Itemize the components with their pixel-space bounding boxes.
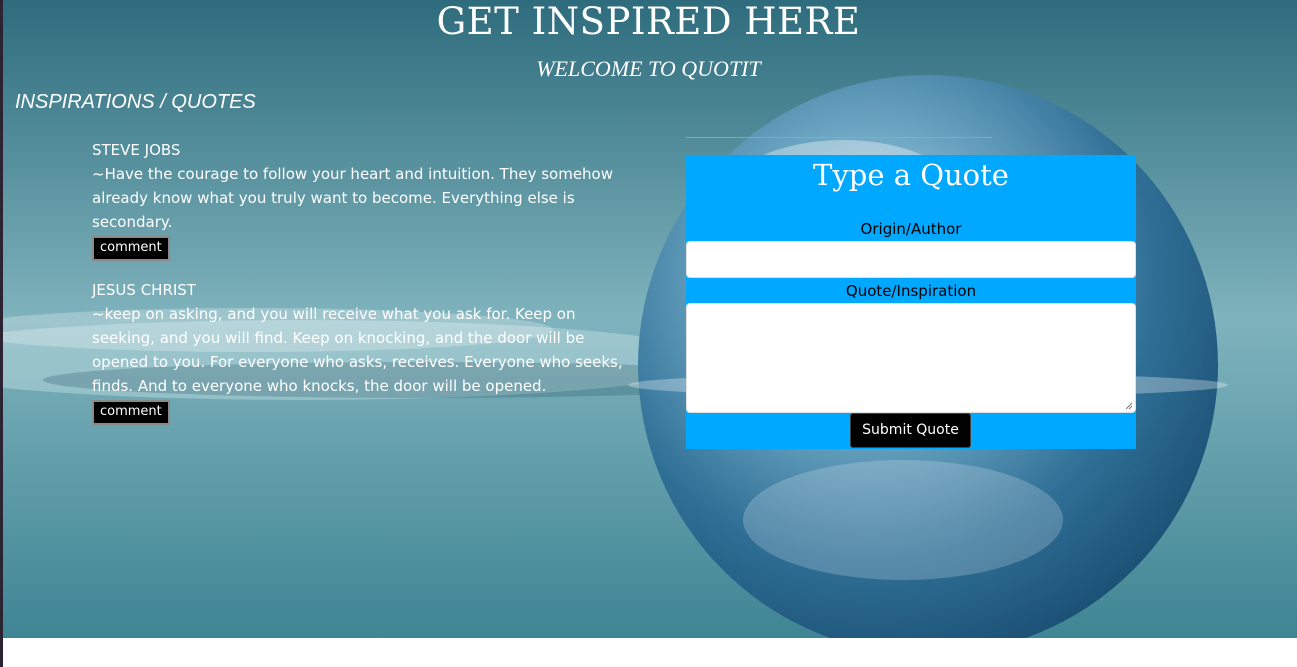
form-title: Type a Quote — [813, 158, 1009, 192]
author-input[interactable] — [686, 241, 1136, 278]
comment-button[interactable]: comment — [92, 236, 170, 261]
quote-item: STEVE JOBS ~Have the courage to follow y… — [92, 138, 642, 261]
quote-text: ~keep on asking, and you will receive wh… — [92, 305, 623, 395]
quote-form: Type a Quote Origin/Author Quote/Inspira… — [686, 155, 1136, 449]
quote-textarea[interactable] — [686, 303, 1136, 413]
submit-quote-button[interactable]: Submit Quote — [850, 413, 971, 448]
quote-author: STEVE JOBS — [92, 141, 181, 159]
quote-text: ~Have the courage to follow your heart a… — [92, 165, 613, 231]
page: GET INSPIRED HERE WELCOME TO QUOTIT INSP… — [0, 0, 1297, 667]
divider — [686, 137, 992, 138]
comment-button[interactable]: comment — [92, 400, 170, 425]
quote-item: JESUS CHRIST ~keep on asking, and you wi… — [92, 278, 642, 425]
page-subtitle: WELCOME TO QUOTIT — [536, 56, 761, 81]
author-label: Origin/Author — [860, 220, 962, 238]
page-title: GET INSPIRED HERE — [436, 0, 861, 43]
quote-author: JESUS CHRIST — [92, 281, 196, 299]
quotes-heading: INSPIRATIONS / QUOTES — [15, 91, 256, 113]
quotes-list: STEVE JOBS ~Have the courage to follow y… — [92, 138, 642, 442]
resize-handle-icon[interactable] — [1125, 402, 1133, 410]
quote-label: Quote/Inspiration — [845, 282, 977, 300]
